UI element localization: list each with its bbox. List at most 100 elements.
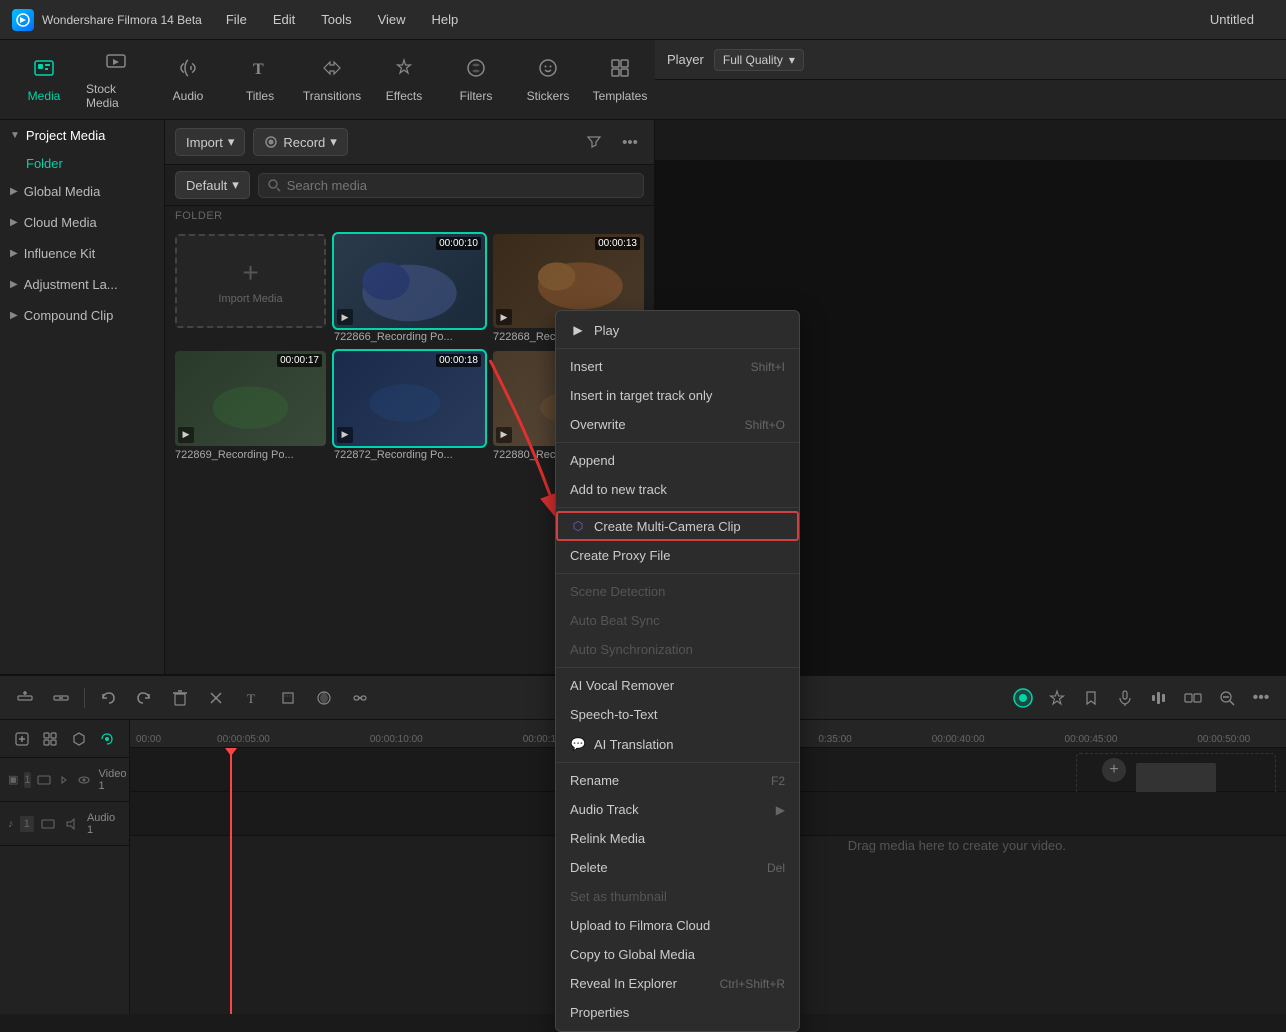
- delete-btn[interactable]: [165, 684, 195, 712]
- sidebar-item-adjustment-layer[interactable]: ▶ Adjustment La...: [0, 269, 164, 300]
- add-to-track-btn[interactable]: +: [1102, 758, 1126, 782]
- ctx-insert[interactable]: Insert Shift+I: [556, 352, 799, 381]
- import-media-thumb[interactable]: + Import Media: [175, 234, 326, 328]
- record-dropdown[interactable]: Record ▾: [253, 128, 347, 156]
- arrow-right-icon2: ▶: [10, 217, 18, 228]
- ctx-create-multi-camera[interactable]: ⬡ Create Multi-Camera Clip: [556, 511, 799, 541]
- video-track-audio-btn[interactable]: [57, 771, 71, 789]
- folder-label: FOLDER: [165, 206, 654, 226]
- ctx-ai-translation[interactable]: 💬 AI Translation: [556, 729, 799, 759]
- toolbar-media[interactable]: Media: [10, 47, 78, 113]
- menu-view[interactable]: View: [374, 10, 410, 29]
- import-chevron-icon: ▾: [228, 134, 235, 150]
- sidebar-sub-folder[interactable]: Folder: [0, 151, 164, 176]
- undo-btn[interactable]: [93, 684, 123, 712]
- text-btn[interactable]: T: [237, 684, 267, 712]
- redo-btn[interactable]: [129, 684, 159, 712]
- timeline-bookmark-btn[interactable]: [1076, 684, 1106, 712]
- video-track-fold-btn[interactable]: [37, 771, 51, 789]
- menu-tools[interactable]: Tools: [317, 10, 355, 29]
- ctx-append-label: Append: [570, 453, 615, 468]
- ctx-properties[interactable]: Properties: [556, 998, 799, 1027]
- filter-icon[interactable]: [580, 128, 608, 156]
- toolbar-audio[interactable]: Audio: [154, 47, 222, 113]
- more-options-icon[interactable]: •••: [616, 128, 644, 156]
- tl-sub-btn-1[interactable]: [10, 726, 34, 752]
- plus-icon: +: [242, 257, 258, 289]
- drop-message: Drag media here to create your video.: [848, 838, 1066, 853]
- ctx-copy-global[interactable]: Copy to Global Media: [556, 940, 799, 969]
- ctx-rename-label: Rename: [570, 773, 619, 788]
- sidebar-compound-clip-label: Compound Clip: [24, 308, 114, 323]
- audio-track-fold-btn[interactable]: [40, 815, 56, 833]
- media-item-3[interactable]: 00:00:17 ▶ 722869_Recording Po...: [175, 351, 326, 460]
- ctx-rename[interactable]: Rename F2: [556, 766, 799, 795]
- timeline-mic-btn[interactable]: [1110, 684, 1140, 712]
- toolbar-filters[interactable]: Filters: [442, 47, 510, 113]
- tl-sub-btn-3[interactable]: [67, 726, 91, 752]
- ctx-create-proxy[interactable]: Create Proxy File: [556, 541, 799, 570]
- search-input[interactable]: [287, 178, 635, 193]
- timeline-remove-track-btn[interactable]: [46, 684, 76, 712]
- sidebar-item-cloud-media[interactable]: ▶ Cloud Media: [0, 207, 164, 238]
- sidebar-item-compound-clip[interactable]: ▶ Compound Clip: [0, 300, 164, 331]
- toolbar-templates[interactable]: Templates: [586, 47, 654, 113]
- player-quality-dropdown[interactable]: Full Quality ▾: [714, 49, 804, 71]
- arrow-right-icon3: ▶: [10, 248, 18, 259]
- sidebar-item-project-media[interactable]: ▼ Project Media: [0, 120, 164, 151]
- toolbar-stickers[interactable]: Stickers: [514, 47, 582, 113]
- timeline-split-btn[interactable]: [1178, 684, 1208, 712]
- timeline-add-track-btn[interactable]: [10, 684, 40, 712]
- ctx-create-proxy-label: Create Proxy File: [570, 548, 670, 563]
- ctx-insert-target[interactable]: Insert in target track only: [556, 381, 799, 410]
- toolbar-transitions[interactable]: Transitions: [298, 47, 366, 113]
- timeline-play-btn[interactable]: [1008, 684, 1038, 712]
- toolbar-effects[interactable]: Effects: [370, 47, 438, 113]
- cut-btn[interactable]: [201, 684, 231, 712]
- color-btn[interactable]: [309, 684, 339, 712]
- toolbar-media-label: Media: [28, 89, 61, 103]
- ctx-audio-track[interactable]: Audio Track ▶: [556, 795, 799, 824]
- ctx-delete[interactable]: Delete Del: [556, 853, 799, 882]
- ctx-divider-4: [556, 573, 799, 574]
- sidebar-item-global-media[interactable]: ▶ Global Media: [0, 176, 164, 207]
- import-media-item[interactable]: + Import Media: [175, 234, 326, 343]
- media-thumb-1: 00:00:10 ▶: [334, 234, 485, 328]
- toolbar-titles[interactable]: T Titles: [226, 47, 294, 113]
- ctx-upload-cloud[interactable]: Upload to Filmora Cloud: [556, 911, 799, 940]
- ctx-reveal-explorer[interactable]: Reveal In Explorer Ctrl+Shift+R: [556, 969, 799, 998]
- timeline-right-toolbar: •••: [1008, 684, 1276, 712]
- timeline-audio-btn[interactable]: [1144, 684, 1174, 712]
- import-dropdown[interactable]: Import ▾: [175, 128, 245, 156]
- link-btn[interactable]: [345, 684, 375, 712]
- menu-help[interactable]: Help: [428, 10, 463, 29]
- effects-icon: [393, 57, 415, 85]
- ctx-relink-media[interactable]: Relink Media: [556, 824, 799, 853]
- timeline-more-btn[interactable]: •••: [1246, 684, 1276, 712]
- crop-btn[interactable]: [273, 684, 303, 712]
- ctx-ai-vocal[interactable]: AI Vocal Remover: [556, 671, 799, 700]
- tl-sub-btn-2[interactable]: [38, 726, 62, 752]
- sort-dropdown[interactable]: Default ▾: [175, 171, 250, 199]
- ctx-speech-to-text[interactable]: Speech-to-Text: [556, 700, 799, 729]
- menu-edit[interactable]: Edit: [269, 10, 299, 29]
- ctx-append[interactable]: Append: [556, 446, 799, 475]
- ctx-overwrite[interactable]: Overwrite Shift+O: [556, 410, 799, 439]
- ctx-play-label: Play: [594, 323, 619, 338]
- media-item-4[interactable]: 00:00:18 ▶ 722872_Recording Po...: [334, 351, 485, 460]
- toolbar-stock-media[interactable]: Stock Media: [82, 47, 150, 113]
- timeline-zoom-out-btn[interactable]: [1212, 684, 1242, 712]
- ctx-add-new-track[interactable]: Add to new track: [556, 475, 799, 504]
- media-thumb-4: 00:00:18 ▶: [334, 351, 485, 445]
- media-item-1[interactable]: 00:00:10 ▶ 722866_Recording Po...: [334, 234, 485, 343]
- ctx-play[interactable]: ▶ Play: [556, 315, 799, 345]
- sidebar-item-influence-kit[interactable]: ▶ Influence Kit: [0, 238, 164, 269]
- timeline-effects-btn[interactable]: [1042, 684, 1072, 712]
- ctx-ai-vocal-label: AI Vocal Remover: [570, 678, 674, 693]
- video-track-eye-btn[interactable]: [77, 771, 91, 789]
- sidebar-influence-kit-label: Influence Kit: [24, 246, 96, 261]
- tl-sub-btn-4[interactable]: [95, 726, 119, 752]
- menu-file[interactable]: File: [222, 10, 251, 29]
- audio-track-mute-btn[interactable]: [63, 815, 79, 833]
- toolbar-titles-label: Titles: [246, 89, 274, 103]
